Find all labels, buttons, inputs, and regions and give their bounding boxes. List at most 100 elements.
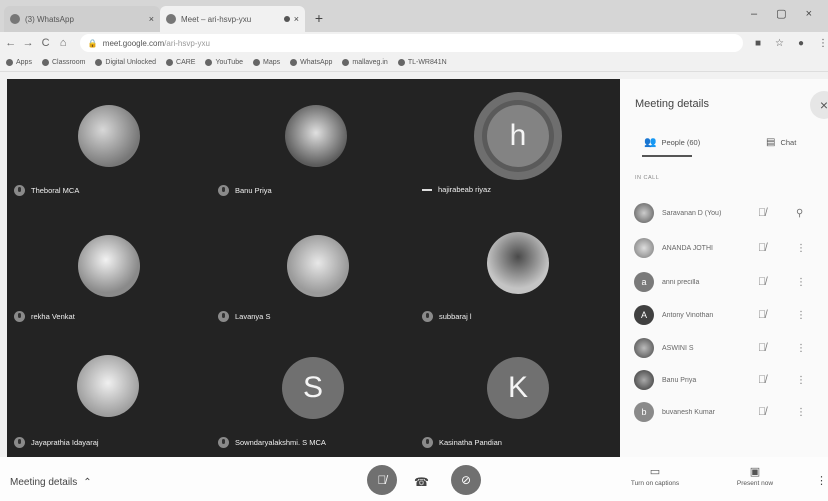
mic-muted-icon — [218, 437, 229, 448]
forward-icon[interactable]: → — [21, 37, 34, 49]
recording-dot-icon — [283, 16, 290, 22]
tab-meet[interactable]: Meet – ari-hsvp-yxu × — [160, 6, 305, 32]
participant-name-label: Kasinatha Pandian — [422, 437, 502, 448]
camera-toggle-button[interactable]: ⊘ — [451, 465, 481, 495]
mic-muted-icon[interactable]: 🎙̸ — [758, 342, 766, 354]
meeting-details-button[interactable]: Meeting details ⌃ — [10, 477, 92, 488]
participant-tile[interactable]: S Sowndaryalakshmi. S MCA — [211, 331, 415, 457]
tab-close-icon[interactable]: × — [294, 14, 299, 24]
star-icon[interactable]: ☆ — [775, 38, 784, 49]
participant-tile[interactable]: Lavanya S — [211, 205, 415, 331]
participant-tile[interactable]: Banu Priya — [211, 79, 415, 205]
leave-call-button[interactable]: ☎ — [414, 475, 429, 489]
reload-icon[interactable]: C — [39, 37, 52, 49]
participant-avatar — [634, 338, 654, 358]
tab-people[interactable]: 👥 People (60) — [644, 137, 700, 148]
participant-row[interactable]: a anni precilla 🎙̸ ⋮ — [634, 267, 824, 297]
camera-indicator-icon[interactable]: ■ — [755, 38, 761, 49]
menu-kebab-icon[interactable]: ⋮ — [818, 38, 828, 49]
tab-close-icon[interactable]: × — [149, 14, 154, 24]
bookmark-digital-unlocked[interactable]: Digital Unlocked — [95, 59, 156, 66]
home-icon[interactable]: ⌂ — [56, 37, 69, 49]
bookmark-mallaveg[interactable]: mallaveg.in — [342, 59, 388, 66]
participant-name-label: Jayaprathia Idayaraj — [14, 437, 99, 448]
camera-off-icon: ⊘ — [460, 473, 472, 487]
new-tab-button[interactable]: + — [310, 9, 328, 27]
speaking-indicator-icon — [422, 188, 432, 191]
google-icon — [41, 59, 49, 66]
captions-button[interactable]: ▭ Turn on captions — [627, 465, 683, 487]
pin-icon[interactable]: ⚲ — [796, 208, 803, 219]
globe-icon — [397, 59, 405, 66]
participant-row[interactable]: Banu Priya 🎙̸ ⋮ — [634, 365, 824, 395]
bookmark-router[interactable]: TL-WR841N — [397, 59, 447, 66]
tab-chat[interactable]: ▤ Chat — [766, 137, 796, 148]
participant-row[interactable]: ASWINI S 🎙̸ ⋮ — [634, 333, 824, 363]
participant-tile[interactable]: K Kasinatha Pandian — [415, 331, 619, 457]
participant-avatar — [634, 370, 654, 390]
mic-muted-icon[interactable]: 🎙̸ — [758, 309, 766, 321]
participant-name-label: Sowndaryalakshmi. S MCA — [218, 437, 326, 448]
panel-title: Meeting details — [635, 98, 709, 110]
mic-off-icon: 🎙̸ — [377, 473, 387, 487]
window-controls[interactable]: – ▢ × — [751, 7, 820, 20]
mic-muted-icon — [14, 185, 25, 196]
present-now-button[interactable]: ▣ Present now — [730, 465, 780, 487]
people-icon: 👥 — [644, 137, 657, 148]
more-options-icon[interactable]: ⋮ — [796, 407, 806, 418]
participant-row[interactable]: b buvanesh Kumar 🎙̸ ⋮ — [634, 397, 824, 427]
participant-tile[interactable]: h hajirabeab riyaz — [415, 79, 619, 205]
participant-tile[interactable]: subbaraj l — [415, 205, 619, 331]
participant-avatar: b — [634, 402, 654, 422]
participant-name: ASWINI S — [662, 344, 694, 352]
participant-initial-avatar: S — [282, 357, 344, 419]
participant-avatar — [634, 203, 654, 223]
bookmark-whatsapp[interactable]: WhatsApp — [290, 59, 332, 66]
bookmark-classroom[interactable]: Classroom — [41, 59, 85, 66]
url-domain: meet.google.com — [102, 38, 165, 48]
globe-icon — [166, 59, 174, 66]
participant-avatar: A — [634, 305, 654, 325]
video-grid: Theboral MCA Banu Priya h hajirabeab riy… — [7, 79, 620, 457]
more-options-icon[interactable]: ⋮ — [796, 375, 806, 386]
back-icon[interactable]: ← — [4, 37, 17, 49]
participant-photo — [287, 235, 349, 297]
bookmark-youtube[interactable]: YouTube — [205, 59, 243, 66]
url-input[interactable]: 🔒 meet.google.com /ari-hsvp-yxu — [79, 34, 743, 52]
more-options-icon[interactable]: ⋮ — [796, 277, 806, 288]
participant-avatar — [634, 238, 654, 258]
more-options-icon[interactable]: ⋮ — [796, 343, 806, 354]
mic-toggle-button[interactable]: 🎙̸ — [367, 465, 397, 495]
bookmark-maps[interactable]: Maps — [252, 59, 280, 66]
mic-muted-icon[interactable]: 🎙̸ — [758, 374, 766, 386]
browser-tab-strip: (3) WhatsApp × Meet – ari-hsvp-yxu × + –… — [0, 0, 828, 32]
mic-muted-icon[interactable]: 🎙̸ — [758, 207, 766, 219]
participant-tile[interactable]: Theboral MCA — [7, 79, 211, 205]
close-panel-button[interactable]: × — [810, 91, 828, 119]
participant-row[interactable]: Saravanan D (You) 🎙̸ ⚲ — [634, 198, 824, 228]
mic-muted-icon[interactable]: 🎙̸ — [758, 242, 766, 254]
present-icon: ▣ — [749, 466, 761, 478]
participant-row[interactable]: A Antony Vinothan 🎙̸ ⋮ — [634, 300, 824, 330]
participant-initial-avatar: h — [487, 105, 549, 167]
tab-whatsapp[interactable]: (3) WhatsApp × — [4, 6, 160, 32]
participant-photo — [285, 105, 347, 167]
chat-icon: ▤ — [766, 137, 776, 148]
mic-muted-icon[interactable]: 🎙̸ — [758, 406, 766, 418]
more-options-icon[interactable]: ⋮ — [796, 310, 806, 321]
lock-icon: 🔒 — [87, 38, 98, 48]
mic-muted-icon — [218, 311, 229, 322]
participant-tile[interactable]: Jayaprathia Idayaraj — [7, 331, 211, 457]
bookmark-apps[interactable]: Apps — [6, 59, 32, 66]
participant-tile[interactable]: rekha Venkat — [7, 205, 211, 331]
more-options-icon[interactable]: ⋮ — [816, 474, 827, 487]
bookmark-care[interactable]: CARE — [166, 59, 195, 66]
extension-icon[interactable]: ● — [798, 38, 804, 49]
mic-muted-icon[interactable]: 🎙̸ — [758, 276, 766, 288]
chevron-up-icon: ⌃ — [83, 477, 92, 488]
participant-name-label: subbaraj l — [422, 311, 472, 322]
participant-name: Banu Priya — [662, 376, 697, 384]
participant-row[interactable]: ANANDA JOTHI 🎙̸ ⋮ — [634, 233, 824, 263]
more-options-icon[interactable]: ⋮ — [796, 243, 806, 254]
participant-name: ANANDA JOTHI — [662, 244, 713, 252]
